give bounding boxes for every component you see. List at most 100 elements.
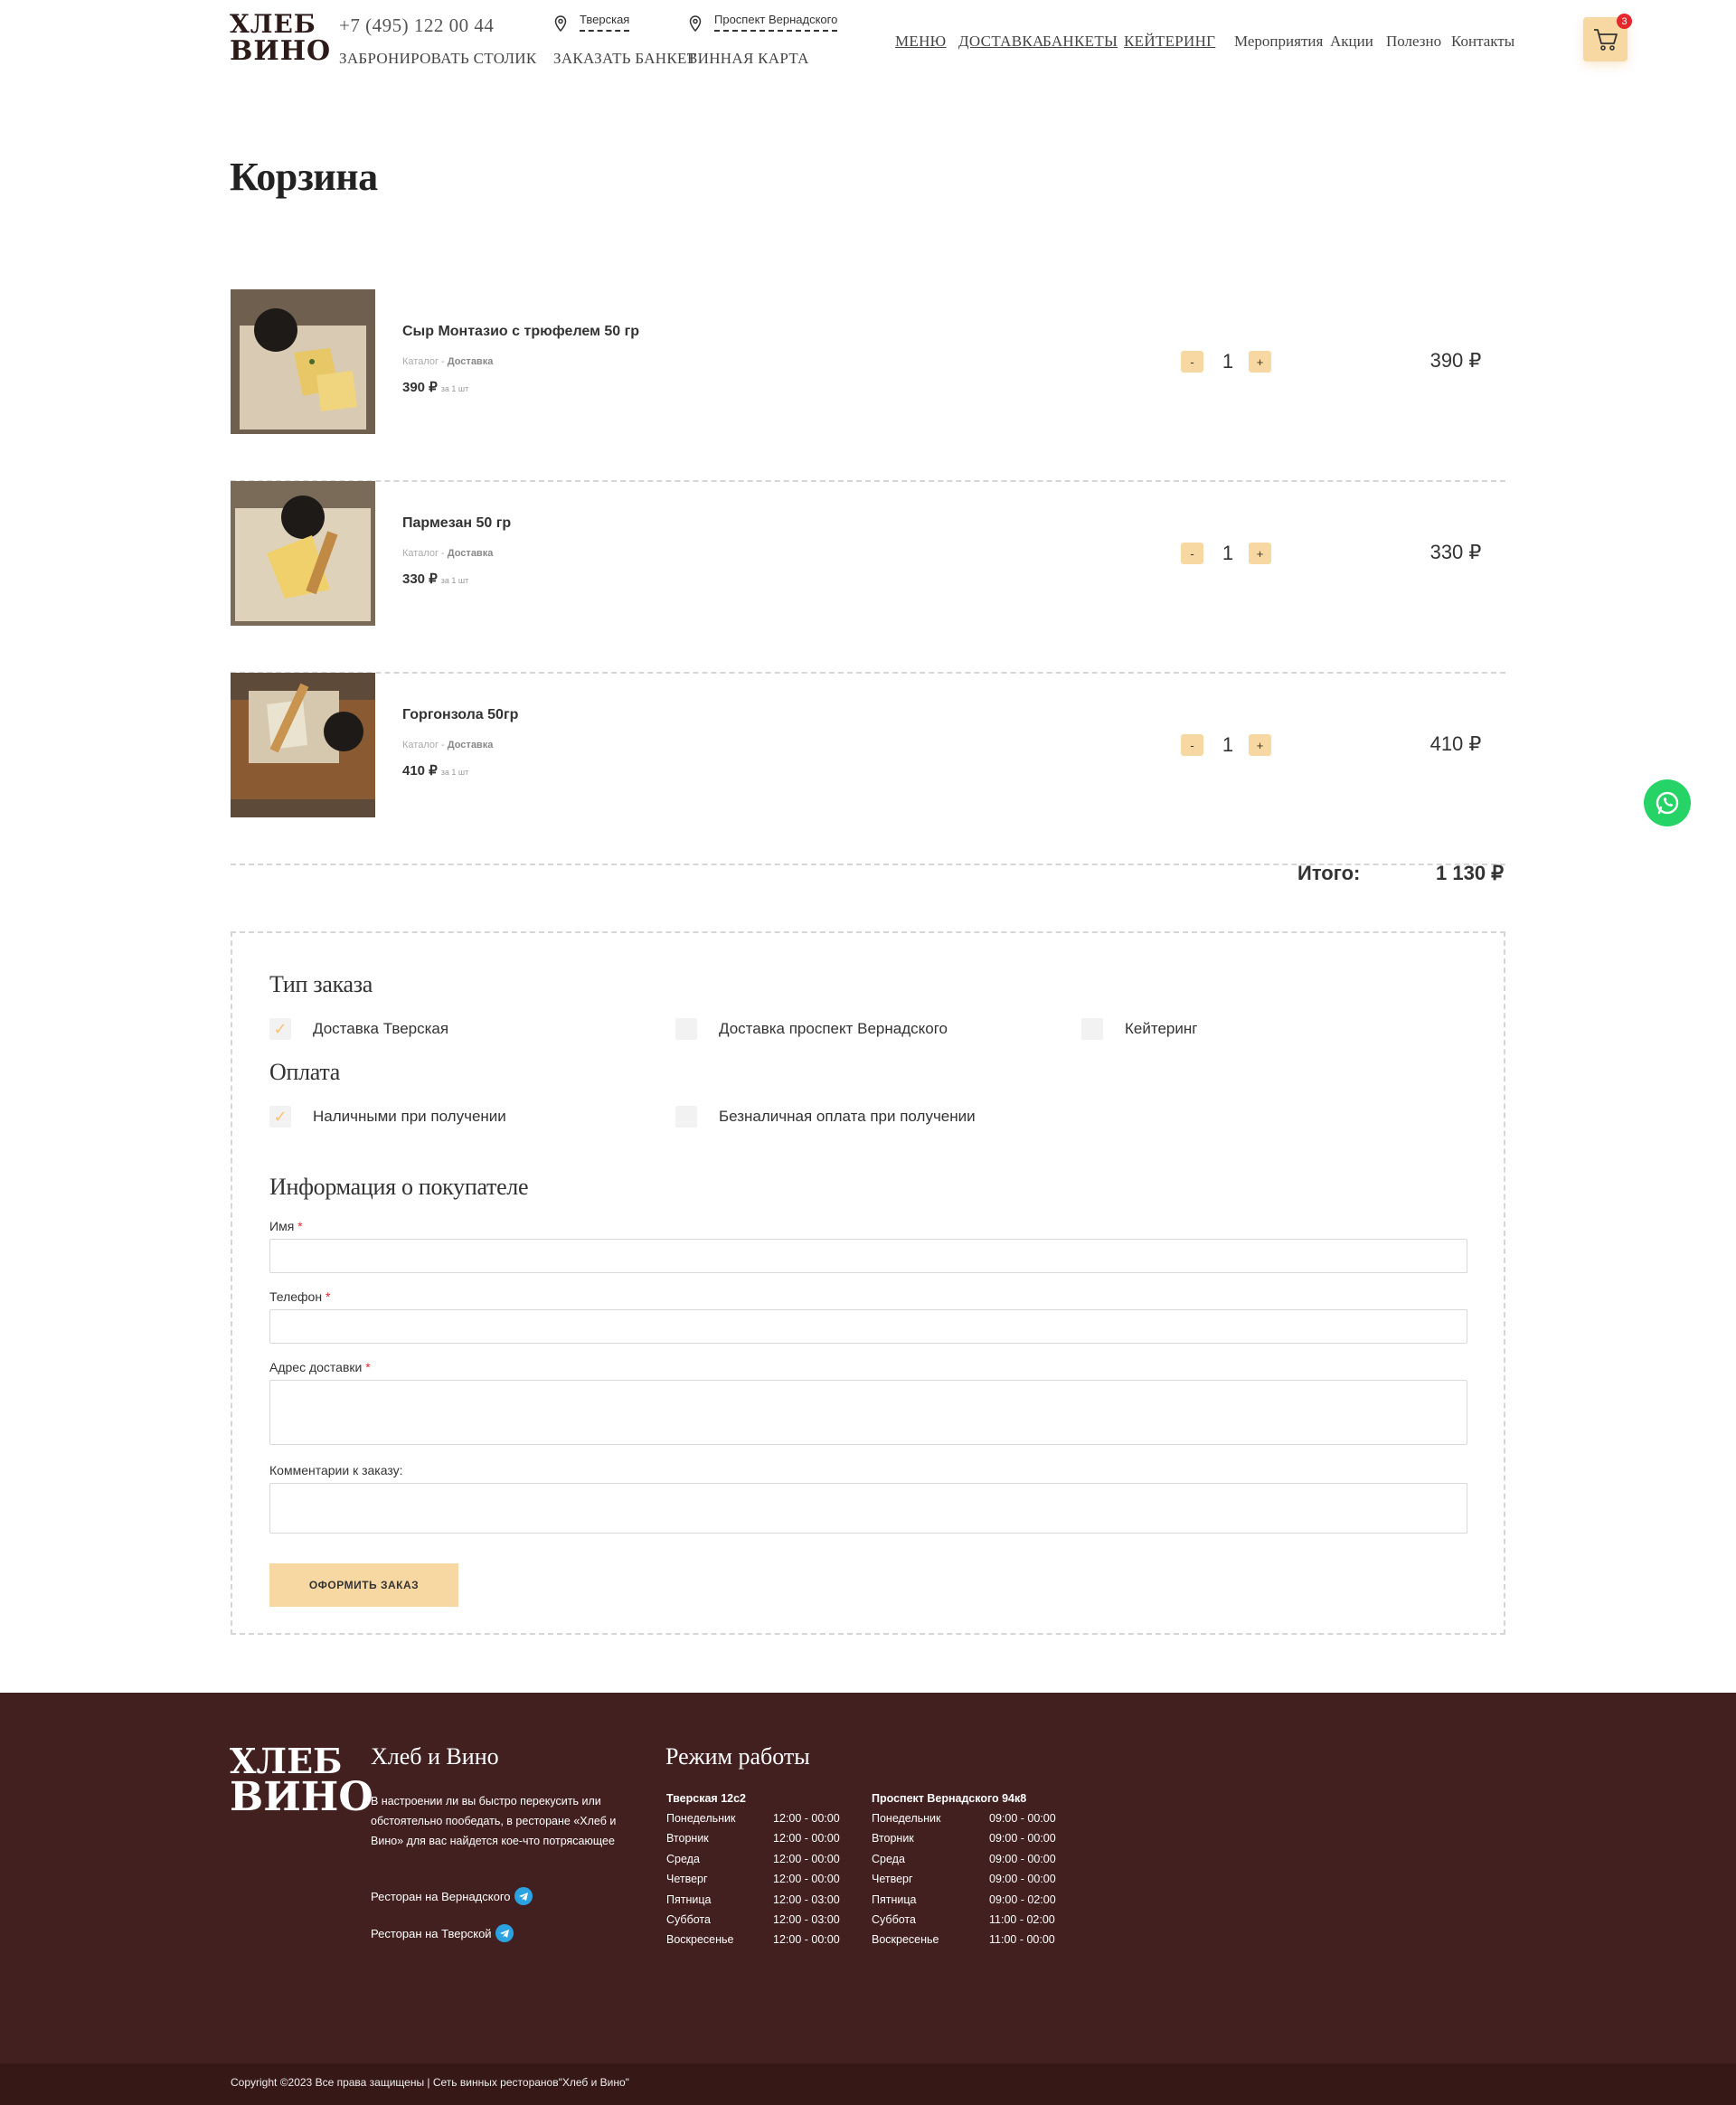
address-textarea[interactable] <box>269 1380 1467 1445</box>
schedule-day: Среда <box>666 1852 700 1865</box>
product-image[interactable] <box>231 481 375 626</box>
order-type-tverskaya[interactable]: ✓ Доставка Тверская <box>269 1018 448 1040</box>
schedule-time: 12:00 - 03:00 <box>773 1893 840 1906</box>
quantity-value[interactable]: 1 <box>1216 734 1240 756</box>
header-phone[interactable]: +7 (495) 122 00 44 <box>339 14 494 37</box>
footer-link-tverskaya[interactable]: Ресторан на Тверской <box>371 1924 514 1942</box>
payment-cash[interactable]: ✓ Наличными при получении <box>269 1106 506 1128</box>
catalog-category-link[interactable]: Доставка <box>448 356 494 367</box>
payment-label: Безналичная оплата при получении <box>719 1108 976 1125</box>
schedule-name: Тверская 12с2 <box>666 1792 747 1805</box>
quantity-decrease-button[interactable]: - <box>1181 543 1203 564</box>
quantity-decrease-button[interactable]: - <box>1181 734 1203 756</box>
checkbox-empty[interactable] <box>1081 1018 1103 1040</box>
nav-useful[interactable]: Полезно <box>1386 33 1441 51</box>
checkbox-empty[interactable] <box>675 1106 697 1128</box>
location-vernadskogo[interactable]: Проспект Вернадского <box>689 13 838 32</box>
quantity-decrease-button[interactable]: - <box>1181 351 1203 373</box>
submit-order-button[interactable]: ОФОРМИТЬ ЗАКАЗ <box>269 1563 458 1607</box>
schedule-time: 09:00 - 02:00 <box>989 1893 1056 1906</box>
copyright-text: Copyright ©2023 Все права защищены | Сет… <box>231 2076 629 2089</box>
product-name[interactable]: Горгонзола 50гр <box>402 707 518 723</box>
telegram-icon[interactable] <box>514 1887 533 1905</box>
schedule-time: 09:00 - 00:00 <box>989 1812 1056 1825</box>
schedule-day: Воскресенье <box>872 1933 939 1947</box>
schedule-time: 12:00 - 00:00 <box>773 1852 840 1865</box>
product-image[interactable] <box>231 289 375 434</box>
unit-label: за 1 шт <box>440 576 469 585</box>
book-table-link[interactable]: ЗАБРОНИРОВАТЬ СТОЛИК <box>339 50 537 68</box>
quantity-increase-button[interactable]: + <box>1249 543 1271 564</box>
order-type-label: Доставка проспект Вернадского <box>719 1020 948 1037</box>
quantity-increase-button[interactable]: + <box>1249 351 1271 373</box>
schedule-day: Суббота <box>872 1912 916 1926</box>
nav-contacts[interactable]: Контакты <box>1451 33 1514 51</box>
item-total: 410 ₽ <box>1429 732 1482 755</box>
phone-label: Телефон * <box>269 1289 330 1304</box>
nav-banquets[interactable]: БАНКЕТЫ <box>1043 33 1118 51</box>
shopping-cart-icon <box>1593 28 1618 51</box>
site-footer: ХЛЕБ ВИНО Хлеб и Вино В настроении ли вы… <box>0 1693 1736 2063</box>
catalog-category-link[interactable]: Доставка <box>448 548 494 559</box>
schedule-row: Четверг 09:00 - 00:00 <box>872 1873 1056 1893</box>
order-banquet-link[interactable]: ЗАКАЗАТЬ БАНКЕТ <box>553 50 696 68</box>
product-name[interactable]: Сыр Монтазио с трюфелем 50 гр <box>402 324 639 340</box>
payment-cashless[interactable]: Безналичная оплата при получении <box>675 1106 976 1128</box>
site-logo[interactable]: ХЛЕБ ВИНО <box>230 11 330 65</box>
schedule-time: 09:00 - 00:00 <box>989 1852 1056 1865</box>
quantity-increase-button[interactable]: + <box>1249 734 1271 756</box>
schedule-vernadskogo: Проспект Вернадского 94к8 Понедельник 09:… <box>872 1792 1056 1954</box>
order-type-vernadskogo[interactable]: Доставка проспект Вернадского <box>675 1018 948 1040</box>
nav-delivery[interactable]: ДОСТАВКА <box>958 33 1044 51</box>
required-mark: * <box>325 1289 331 1304</box>
comment-textarea[interactable] <box>269 1483 1467 1534</box>
checkbox-empty[interactable] <box>675 1018 697 1040</box>
check-icon[interactable]: ✓ <box>269 1018 291 1040</box>
nav-promotions[interactable]: Акции <box>1330 33 1373 51</box>
catalog-category-link[interactable]: Доставка <box>448 740 494 750</box>
location-tverskaya[interactable]: Тверская <box>554 13 630 32</box>
nav-catering[interactable]: КЕЙТЕРИНГ <box>1124 33 1215 51</box>
total-label: Итого: <box>1297 862 1361 884</box>
schedule-time: 09:00 - 00:00 <box>989 1873 1056 1886</box>
quantity-value[interactable]: 1 <box>1216 351 1240 373</box>
product-catalog: Каталог - Доставка <box>402 548 493 559</box>
payment-title: Оплата <box>269 1059 340 1085</box>
catalog-label: Каталог - <box>402 740 448 750</box>
cart-item: Горгонзола 50гр Каталог - Доставка 410 ₽… <box>231 673 1505 865</box>
order-type-catering[interactable]: Кейтеринг <box>1081 1018 1197 1040</box>
location-tverskaya-label: Тверская <box>580 13 630 32</box>
total-value: 1 130 ₽ <box>1436 862 1505 884</box>
cart-item: Пармезан 50 гр Каталог - Доставка 330 ₽ з… <box>231 481 1505 674</box>
name-input[interactable] <box>269 1239 1467 1273</box>
telegram-icon[interactable] <box>495 1924 514 1942</box>
schedule-day: Вторник <box>666 1832 709 1845</box>
wine-card-link[interactable]: ВИННАЯ КАРТА <box>687 50 809 68</box>
name-label-text: Имя <box>269 1219 295 1233</box>
schedule-time: 12:00 - 00:00 <box>773 1812 840 1825</box>
whatsapp-button[interactable] <box>1644 779 1691 826</box>
unit-label: за 1 шт <box>440 768 469 777</box>
required-mark: * <box>297 1219 303 1233</box>
footer-link-vernadskogo[interactable]: Ресторан на Вернадского <box>371 1887 533 1905</box>
schedule-day: Понедельник <box>666 1812 736 1825</box>
product-name[interactable]: Пармезан 50 гр <box>402 515 511 532</box>
nav-menu[interactable]: МЕНЮ <box>895 33 946 51</box>
item-total: 330 ₽ <box>1429 541 1482 563</box>
check-icon[interactable]: ✓ <box>269 1106 291 1128</box>
footer-logo[interactable]: ХЛЕБ ВИНО <box>230 1743 373 1817</box>
copyright-bar: Copyright ©2023 Все права защищены | Сет… <box>0 2063 1736 2105</box>
nav-events[interactable]: Мероприятия <box>1234 33 1323 51</box>
site-header: ХЛЕБ ВИНО +7 (495) 122 00 44 ЗАБРОНИРОВА… <box>0 0 1736 90</box>
quantity-value[interactable]: 1 <box>1216 543 1240 564</box>
checkout-form: Тип заказа ✓ Доставка Тверская Доставка … <box>231 931 1505 1635</box>
footer-link-label: Ресторан на Вернадского <box>371 1889 511 1903</box>
product-catalog: Каталог - Доставка <box>402 356 493 367</box>
schedule-time: 12:00 - 00:00 <box>773 1933 840 1947</box>
schedule-name: Проспект Вернадского 94к8 <box>872 1792 1027 1805</box>
map-pin-icon <box>689 15 702 32</box>
schedule-day: Понедельник <box>872 1812 941 1825</box>
phone-input[interactable] <box>269 1309 1467 1344</box>
schedule-row: Понедельник 09:00 - 00:00 <box>872 1812 1056 1832</box>
product-image[interactable] <box>231 673 375 817</box>
